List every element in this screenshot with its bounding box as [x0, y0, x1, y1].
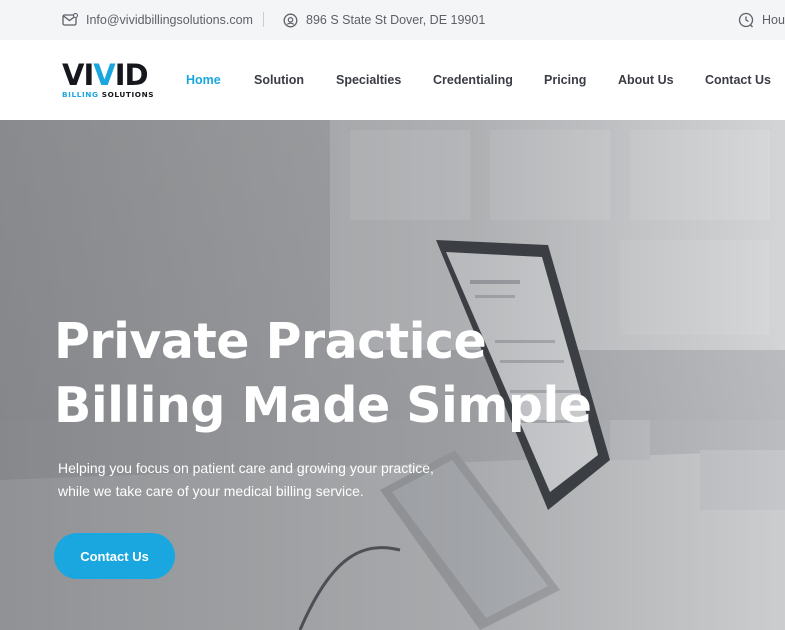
contact-email[interactable]: Info@vividbillingsolutions.com	[62, 0, 253, 40]
top-info-bar: Info@vividbillingsolutions.com 896 S Sta…	[0, 0, 785, 40]
contact-address-text: 896 S State St Dover, DE 19901	[306, 13, 486, 27]
nav-item-home[interactable]: Home	[186, 40, 221, 120]
nav-item-contact-us[interactable]: Contact Us	[705, 40, 771, 120]
clock-icon	[738, 12, 754, 28]
topbar-divider	[263, 12, 264, 27]
business-hours: Hours	[738, 0, 785, 40]
site-header: VIVID BILLING SOLUTIONS Home Solution Sp…	[0, 40, 785, 120]
hero-title-line-2: Billing Made Simple	[54, 377, 592, 434]
nav-item-about-us[interactable]: About Us	[618, 40, 674, 120]
hero-description-line-1: Helping you focus on patient care and gr…	[58, 460, 434, 476]
hero-title-line-1: Private Practice	[54, 313, 487, 370]
nav-item-specialties[interactable]: Specialties	[336, 40, 401, 120]
hero-title: Private Practice Billing Made Simple	[54, 310, 614, 438]
nav-item-pricing[interactable]: Pricing	[544, 40, 586, 120]
nav-item-solution[interactable]: Solution	[254, 40, 304, 120]
location-pin-icon	[283, 13, 298, 27]
contact-address: 896 S State St Dover, DE 19901	[283, 0, 485, 40]
nav-item-credentialing[interactable]: Credentialing	[433, 40, 513, 120]
hero-description-line-2: while we take care of your medical billi…	[58, 483, 364, 499]
business-hours-text: Hours	[762, 13, 785, 27]
contact-email-text: Info@vividbillingsolutions.com	[86, 13, 253, 27]
mail-icon	[62, 13, 78, 26]
contact-us-button[interactable]: Contact Us	[54, 533, 175, 579]
hero-section: Private Practice Billing Made Simple Hel…	[0, 120, 785, 630]
hero-description: Helping you focus on patient care and gr…	[58, 457, 478, 503]
main-navigation: Home Solution Specialties Credentialing …	[0, 40, 785, 120]
